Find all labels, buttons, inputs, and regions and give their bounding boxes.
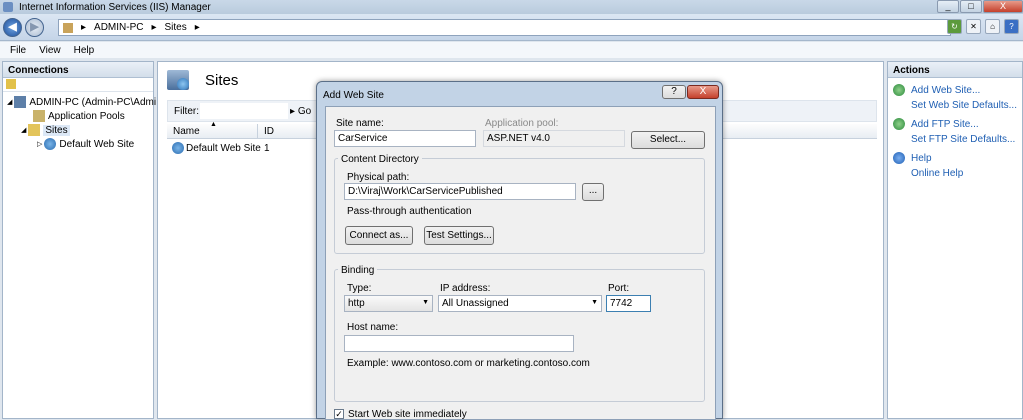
menu-view[interactable]: View [39,45,61,56]
close-button[interactable]: X [983,0,1023,13]
test-settings-button[interactable]: Test Settings... [424,226,494,245]
address-bar: ◀ ▶ ▸ ADMIN-PC ▸ Sites ▸ ↻ ✕ ⌂ ? [0,14,1023,41]
add-web-site-link[interactable]: Add Web Site... [911,85,980,96]
sites-icon [167,70,193,92]
port-input[interactable]: 7742 [606,295,651,312]
sort-arrow-icon: ▲ [210,121,217,128]
site-name-input[interactable]: CarService [334,130,476,147]
set-web-site-defaults-link[interactable]: Set Web Site Defaults... [911,100,1017,111]
online-help-link[interactable]: Online Help [911,168,963,179]
tree-default-site[interactable]: ▷ Default Web Site [37,138,134,150]
help-circle-icon [893,152,905,164]
type-label: Type: [347,283,372,294]
add-ftp-icon [893,118,905,130]
tree-sites[interactable]: ◢ Sites [21,124,70,136]
back-button[interactable]: ◀ [3,18,22,37]
physical-path-input[interactable]: D:\Viraj\Work\CarServicePublished [344,183,576,200]
home-nav-icon[interactable]: ⌂ [985,19,1000,34]
connect-as-button[interactable]: Connect as... [345,226,413,245]
new-connection-icon[interactable] [6,79,16,89]
dialog-title: Add Web Site [323,90,384,101]
app-pool-field: ASP.NET v4.0 [483,130,625,147]
app-pool-icon [33,110,45,122]
select-button[interactable]: Select... [631,131,705,149]
filter-input[interactable] [200,103,288,119]
actions-header: Actions [888,62,1022,78]
menu-file[interactable]: File [10,45,26,56]
connections-header: Connections [3,62,153,78]
type-select[interactable]: http [344,295,433,312]
breadcrumb-server[interactable]: ADMIN-PC [94,22,143,33]
start-immediately-label: Start Web site immediately [348,409,467,420]
minimize-button[interactable]: _ [937,0,959,13]
add-site-icon [893,84,905,96]
help-link[interactable]: Help [911,153,932,164]
start-immediately-checkbox[interactable]: ✓ [334,409,344,419]
go-button[interactable]: ▸ Go [290,106,311,117]
page-title: Sites [205,72,239,89]
browse-button[interactable]: ... [582,183,604,201]
host-example-text: Example: www.contoso.com or marketing.co… [347,358,590,369]
set-ftp-site-defaults-link[interactable]: Set FTP Site Defaults... [911,134,1015,145]
port-label: Port: [608,283,630,294]
column-name[interactable]: Name [173,126,200,137]
content-directory-label: Content Directory [338,154,422,165]
go-icon: ▸ [290,106,296,117]
iis-icon [3,2,13,12]
column-id[interactable]: ID [264,126,274,137]
title-bar: Internet Information Services (IIS) Mana… [0,0,1023,14]
forward-button[interactable]: ▶ [25,18,44,37]
refresh-icon[interactable]: ↻ [947,19,962,34]
help-icon[interactable]: ? [1004,19,1019,34]
globe-icon [44,138,57,150]
sites-folder-icon [28,124,41,136]
menu-help[interactable]: Help [74,45,95,56]
globe-icon [172,142,184,154]
home-icon [63,22,73,33]
actions-pane: Actions [887,61,1023,419]
tree-app-pools[interactable]: Application Pools [33,110,125,122]
binding-label: Binding [338,265,378,276]
passthrough-label: Pass-through authentication [347,206,472,217]
maximize-button[interactable]: □ [960,0,982,13]
dialog-help-button[interactable]: ? [662,85,686,99]
filter-label: Filter: [174,106,199,117]
server-icon [14,96,27,108]
stop-icon[interactable]: ✕ [966,19,981,34]
site-name-label: Site name: [336,118,384,129]
window-title: Internet Information Services (IIS) Mana… [19,1,211,13]
dialog-close-button[interactable]: X [687,85,719,99]
host-name-label: Host name: [347,322,399,333]
connections-pane: Connections ◢ ADMIN-PC (Admin-PC\Admi App… [2,61,156,419]
physical-path-label: Physical path: [347,172,410,183]
ip-address-select[interactable]: All Unassigned [438,295,602,312]
breadcrumb[interactable]: ▸ ADMIN-PC ▸ Sites ▸ [58,19,951,36]
ip-address-label: IP address: [440,283,491,294]
add-ftp-site-link[interactable]: Add FTP Site... [911,119,979,130]
breadcrumb-sites[interactable]: Sites [165,22,187,33]
app-pool-label: Application pool: [485,118,559,129]
menu-bar: File View Help [0,42,1023,58]
tree-server[interactable]: ◢ ADMIN-PC (Admin-PC\Admi [7,96,156,108]
host-name-input[interactable] [344,335,574,352]
